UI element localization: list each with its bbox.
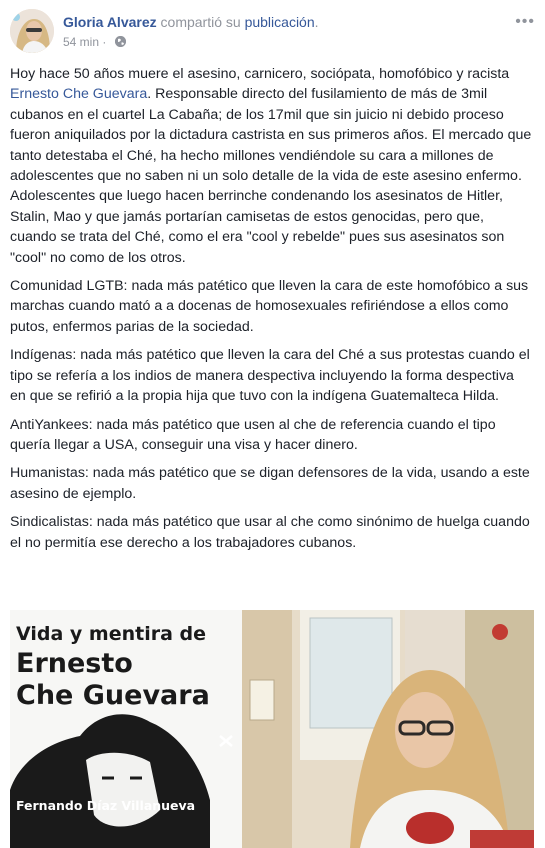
paragraph-antiyankees: AntiYankees: nada más patético que usen … [10, 416, 496, 453]
cover-title-line1: Vida y mentira de [16, 623, 206, 645]
post-header: Gloria Alvarez compartió su publicación.… [10, 9, 535, 55]
cover-author: Fernando Díaz Villanueva [16, 798, 195, 813]
paragraph-intro: Hoy hace 50 años muere el asesino, carni… [10, 64, 532, 268]
paragraph-humanistas: Humanistas: nada más patético que se dig… [10, 465, 530, 502]
cover-title-line3: Che Guevara [16, 680, 210, 711]
paragraph-lgtb: Comunidad LGTB: nada más patético que ll… [10, 278, 529, 335]
timestamp[interactable]: 54 min [63, 35, 99, 49]
globe-icon[interactable] [114, 36, 126, 47]
paragraph-indigenas: Indígenas: nada más patético que lleven … [10, 347, 530, 405]
shared-period: . [314, 14, 319, 30]
photo-image: Vida y mentira de Ernesto Che Guevara Fe… [10, 610, 534, 848]
post-meta: 54 min · [63, 35, 126, 49]
shared-post: Gloria Alvarez compartió su publicación.… [0, 0, 545, 848]
post-photo[interactable]: Vida y mentira de Ernesto Che Guevara Fe… [10, 610, 534, 848]
intro-text-start: Hoy hace 50 años muere el asesino, carni… [10, 66, 510, 82]
separator-dot: · [102, 35, 110, 49]
shared-post-link[interactable]: publicación [245, 14, 315, 30]
avatar[interactable] [10, 9, 54, 53]
shared-text: compartió su [160, 14, 241, 30]
author-name[interactable]: Gloria Alvarez [63, 14, 157, 30]
mention-link[interactable]: Ernesto Che Guevara [10, 86, 147, 102]
avatar-photo [10, 9, 54, 53]
intro-text-end: . Responsable directo del fusilamiento d… [10, 86, 532, 266]
more-options-icon[interactable]: ••• [515, 13, 535, 31]
paragraph-sindicalistas: Sindicalistas: nada más patético que usa… [10, 514, 530, 551]
post-attribution: Gloria Alvarez compartió su publicación. [63, 14, 319, 30]
post-body: Hoy hace 50 años muere el asesino, carni… [10, 64, 532, 561]
cover-title-line2: Ernesto [16, 648, 133, 679]
